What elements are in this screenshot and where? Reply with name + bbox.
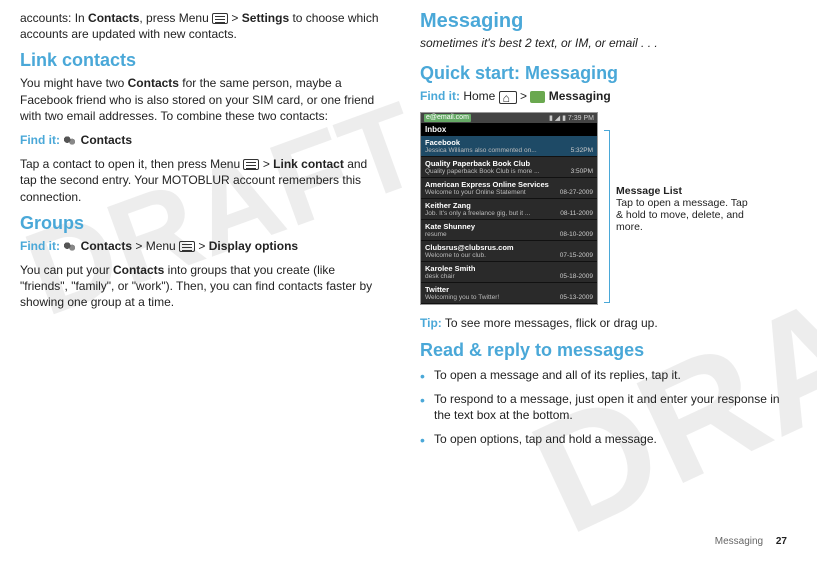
contacts-icon <box>63 240 77 254</box>
contacts-bold: Contacts <box>88 11 139 25</box>
groups-p1: You can put your Contacts into groups th… <box>20 262 380 311</box>
message-preview: Quality paperback Book Club is more ... <box>425 168 567 175</box>
message-preview: Welcoming you to Twitter! <box>425 294 556 301</box>
message-sender: Kate Shunney <box>425 222 556 231</box>
message-row[interactable]: American Express Online ServicesWelcome … <box>421 178 597 199</box>
right-column: Messaging sometimes it's best 2 text, or… <box>420 10 787 541</box>
find-it-messaging: Find it: Home > Messaging <box>420 88 787 104</box>
message-date: 05-18-2009 <box>560 273 593 280</box>
read-reply-heading: Read & reply to messages <box>420 340 787 361</box>
groups-heading: Groups <box>20 213 380 234</box>
messaging-icon <box>530 91 545 103</box>
messaging-subtitle: sometimes it's best 2 text, or IM, or em… <box>420 35 787 51</box>
status-email: e@email.com <box>424 114 471 122</box>
settings-bold: Settings <box>242 11 289 25</box>
message-date: 05-13-2009 <box>560 294 593 301</box>
message-list: FacebookJessica Williams also commented … <box>421 136 597 304</box>
contacts-bold: Contacts <box>113 263 164 277</box>
accounts-paragraph: accounts: In Contacts, press Menu > Sett… <box>20 10 380 42</box>
find-it-contacts: Find it: Contacts <box>20 132 380 148</box>
message-preview: Job. It's only a freelance gig, but it .… <box>425 210 556 217</box>
message-date: 08-11-2009 <box>560 210 593 217</box>
text: > Menu <box>132 239 179 253</box>
contacts-label: Contacts <box>81 239 132 253</box>
message-row[interactable]: Kate Shunneyresume 08-10-2009 <box>421 220 597 241</box>
message-row[interactable]: Keither ZangJob. It's only a freelance g… <box>421 199 597 220</box>
bullet-list: To open a message and all of its replies… <box>420 367 787 448</box>
message-sender: American Express Online Services <box>425 180 556 189</box>
link-p2: Tap a contact to open it, then press Men… <box>20 156 380 205</box>
callout-title: Message List <box>616 185 756 197</box>
message-sender: Keither Zang <box>425 201 556 210</box>
message-date: 3:50PM <box>571 168 593 175</box>
message-row[interactable]: FacebookJessica Williams also commented … <box>421 136 597 157</box>
text: You can put your <box>20 263 113 277</box>
message-date: 07-15-2009 <box>560 252 593 259</box>
quick-start-heading: Quick start: Messaging <box>420 63 787 84</box>
contacts-label: Contacts <box>81 133 132 147</box>
display-options-bold: Display options <box>209 239 298 253</box>
left-column: accounts: In Contacts, press Menu > Sett… <box>20 10 380 541</box>
callout: Message List Tap to open a message. Tap … <box>616 185 756 233</box>
status-time: 7:39 PM <box>568 115 594 122</box>
message-preview: Welcome to our club. <box>425 252 556 259</box>
phone-screenshot: e@email.com ▮ ◢ ▮ 7:39 PM Inbox Facebook… <box>420 112 598 305</box>
text: You might have two <box>20 76 128 90</box>
callout-text: Tap to open a message. Tap & hold to mov… <box>616 197 756 233</box>
contacts-icon <box>63 134 77 148</box>
find-it-label: Find it: <box>20 239 60 253</box>
inbox-header: Inbox <box>421 123 597 136</box>
link-p1: You might have two Contacts for the same… <box>20 75 380 124</box>
message-preview: resume <box>425 231 556 238</box>
messaging-label: Messaging <box>549 89 611 103</box>
home-icon <box>499 91 517 104</box>
message-preview: Welcome to your Online Statement <box>425 189 556 196</box>
bullet-item: To respond to a message, just open it an… <box>420 391 787 423</box>
menu-icon <box>179 241 195 252</box>
status-bar: e@email.com ▮ ◢ ▮ 7:39 PM <box>421 113 597 123</box>
text: accounts: In <box>20 11 88 25</box>
bullet-item: To open options, tap and hold a message. <box>420 431 787 447</box>
messaging-heading: Messaging <box>420 10 787 33</box>
message-date: 5:32PM <box>571 147 593 154</box>
message-preview: desk chair <box>425 273 556 280</box>
contacts-bold: Contacts <box>128 76 179 90</box>
text: Tap a contact to open it, then press Men… <box>20 157 243 171</box>
status-icons: ▮ ◢ ▮ 7:39 PM <box>549 114 594 122</box>
text: > <box>517 89 531 103</box>
tip-text: To see more messages, flick or drag up. <box>442 316 658 330</box>
text: > <box>228 11 242 25</box>
text: > <box>259 157 273 171</box>
text: > <box>195 239 209 253</box>
message-sender: Karolee Smith <box>425 264 556 273</box>
bullet-item: To open a message and all of its replies… <box>420 367 787 383</box>
find-it-label: Find it: <box>20 133 60 147</box>
find-it-label: Find it: <box>420 89 460 103</box>
callout-bracket <box>604 130 610 303</box>
find-it-groups: Find it: Contacts > Menu > Display optio… <box>20 238 380 254</box>
text: Home <box>460 89 499 103</box>
message-row[interactable]: TwitterWelcoming you to Twitter! 05-13-20… <box>421 283 597 304</box>
message-preview: Jessica Williams also commented on... <box>425 147 567 154</box>
tip-label: Tip: <box>420 316 442 330</box>
message-row[interactable]: Quality Paperback Book ClubQuality paper… <box>421 157 597 178</box>
tip-paragraph: Tip: To see more messages, flick or drag… <box>420 315 787 331</box>
message-sender: Clubsrus@clubsrus.com <box>425 243 556 252</box>
text: , press Menu <box>139 11 212 25</box>
message-row[interactable]: Karolee Smithdesk chair 05-18-2009 <box>421 262 597 283</box>
menu-icon <box>212 13 228 24</box>
message-sender: Quality Paperback Book Club <box>425 159 567 168</box>
link-contact-bold: Link contact <box>273 157 344 171</box>
menu-icon <box>243 159 259 170</box>
message-row[interactable]: Clubsrus@clubsrus.comWelcome to our club… <box>421 241 597 262</box>
message-sender: Twitter <box>425 285 556 294</box>
message-sender: Facebook <box>425 138 567 147</box>
message-date: 08-10-2009 <box>560 231 593 238</box>
link-contacts-heading: Link contacts <box>20 50 380 71</box>
message-date: 08-27-2009 <box>560 189 593 196</box>
